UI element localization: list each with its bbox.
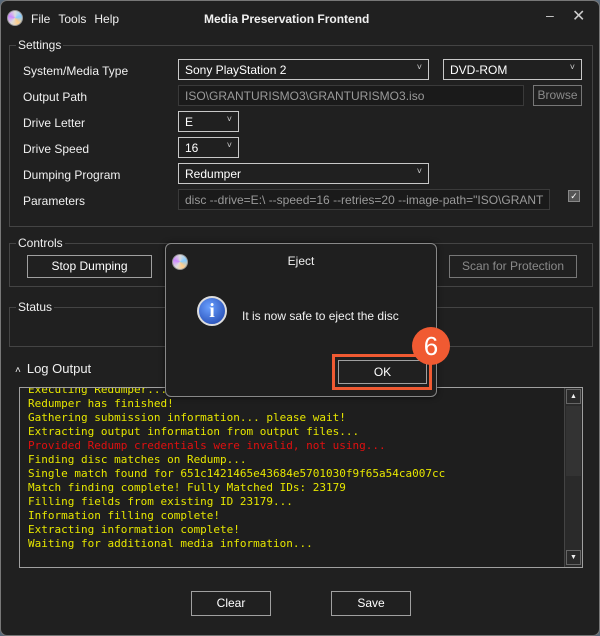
log-line: Information filling complete! xyxy=(28,509,221,522)
close-button[interactable]: ✕ xyxy=(572,6,585,26)
menu-tools[interactable]: Tools xyxy=(58,12,86,26)
drive-speed-label: Drive Speed xyxy=(23,142,90,156)
log-output-toggle[interactable]: ˄ Log Output xyxy=(15,361,91,376)
window-title: Media Preservation Frontend xyxy=(204,12,370,26)
log-line: Single match found for 651c1421465e43684… xyxy=(28,467,446,480)
log-line: Extracting information complete! xyxy=(28,523,240,536)
scroll-down-arrow[interactable]: ▼ xyxy=(566,550,581,565)
log-line: Redumper has finished! xyxy=(28,397,174,410)
stop-dumping-button[interactable]: Stop Dumping xyxy=(27,255,152,278)
parameters-label: Parameters xyxy=(23,194,86,208)
main-window: File Tools Help Media Preservation Fronten… xyxy=(0,0,600,636)
system-value: Sony PlayStation 2 xyxy=(185,63,287,77)
scan-protection-button[interactable]: Scan for Protection xyxy=(449,255,577,278)
log-output-header: Log Output xyxy=(26,361,92,376)
system-combo[interactable]: Sony PlayStation 2 ˅ xyxy=(178,59,429,80)
scroll-up-arrow[interactable]: ▲ xyxy=(566,389,581,404)
save-button[interactable]: Save xyxy=(331,591,411,616)
system-label: System/Media Type xyxy=(23,64,129,78)
drive-speed-combo[interactable]: 16 ˅ xyxy=(178,137,239,158)
output-path-input[interactable]: ISO\GRANTURISMO3\GRANTURISMO3.iso xyxy=(178,85,524,106)
chevron-down-icon: ˅ xyxy=(416,62,422,72)
settings-label: Settings xyxy=(16,38,64,52)
media-value: DVD-ROM xyxy=(450,63,508,77)
drive-letter-label: Drive Letter xyxy=(23,116,86,130)
log-line: Match finding complete! Fully Matched ID… xyxy=(28,481,346,494)
status-label: Status xyxy=(16,300,55,314)
log-line: Executing Redumper... xyxy=(28,387,168,396)
log-line: Extracting output information from outpu… xyxy=(28,425,360,438)
minimize-button[interactable]: – xyxy=(546,7,554,23)
log-output-box[interactable]: Executing Redumper... Redumper has finish… xyxy=(19,387,583,568)
parameters-input[interactable]: disc --drive=E:\ --speed=16 --retries=20… xyxy=(178,189,550,210)
log-scrollbar[interactable]: ▲ ▼ xyxy=(564,388,582,567)
chevron-down-icon: ˅ xyxy=(226,114,232,124)
drive-letter-combo[interactable]: E ˅ xyxy=(178,111,239,132)
controls-label: Controls xyxy=(16,236,65,250)
chevron-down-icon: ˅ xyxy=(569,62,575,72)
dumping-program-combo[interactable]: Redumper ˅ xyxy=(178,163,429,184)
program-value: Redumper xyxy=(185,167,242,181)
media-type-combo[interactable]: DVD-ROM ˅ xyxy=(443,59,582,80)
scroll-thumb[interactable] xyxy=(566,406,581,476)
menu-bar: File Tools Help xyxy=(31,12,127,26)
output-path-label: Output Path xyxy=(23,90,88,104)
drive-speed-value: 16 xyxy=(185,141,199,155)
log-line: Waiting for additional media information… xyxy=(28,537,313,550)
parameters-edit-checkbox[interactable]: ✓ xyxy=(568,190,580,202)
menu-help[interactable]: Help xyxy=(94,12,119,26)
log-line: Gathering submission information... plea… xyxy=(28,411,346,424)
chevron-down-icon: ˅ xyxy=(226,140,232,150)
drive-letter-value: E xyxy=(185,115,194,129)
log-line: Finding disc matches on Redump... xyxy=(28,453,247,466)
app-disc-icon xyxy=(7,10,23,26)
log-line: Filling fields from existing ID 23179... xyxy=(28,495,293,508)
log-line: Provided Redump credentials were invalid… xyxy=(28,439,386,452)
menu-file[interactable]: File xyxy=(31,12,50,26)
step-badge: 6 xyxy=(412,327,450,365)
clear-button[interactable]: Clear xyxy=(191,591,271,616)
chevron-down-icon: ˅ xyxy=(416,166,422,176)
dumping-program-label: Dumping Program xyxy=(23,168,121,182)
dialog-message: It is now safe to eject the disc xyxy=(242,309,399,323)
chevron-up-icon: ˄ xyxy=(15,365,21,376)
dialog-title: Eject xyxy=(287,254,315,268)
browse-button[interactable]: Browse xyxy=(533,85,582,106)
info-icon: i xyxy=(197,296,227,326)
